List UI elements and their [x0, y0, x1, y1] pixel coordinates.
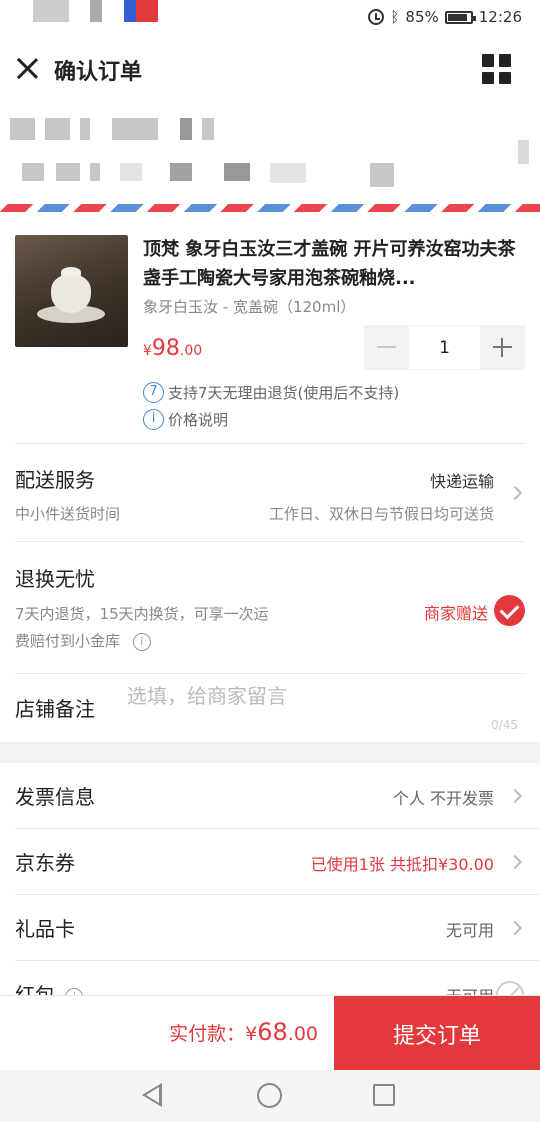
- gift-card-row[interactable]: 礼品卡 无可用: [0, 895, 540, 961]
- total-amount: 实付款：¥68.00: [169, 1018, 318, 1046]
- recent-apps-icon[interactable]: [373, 1084, 395, 1106]
- divider: [15, 673, 525, 674]
- address-redacted: [112, 118, 158, 140]
- order-card: 顶梵 象牙白玉汝三才盖碗 开片可养汝窑功夫茶盏手工陶瓷大号家用泡茶碗釉烧... …: [0, 212, 540, 742]
- red-packet-label: 红包 i: [15, 979, 84, 995]
- status-time: 12:26: [478, 8, 522, 26]
- address-redacted: [224, 163, 250, 181]
- returns-title: 退换无忧: [15, 567, 95, 591]
- notification-icon-blurred: [33, 0, 69, 22]
- price-note-text: 价格说明: [168, 411, 229, 429]
- address-redacted: [170, 163, 192, 181]
- checkout-bar: 实付款：¥68.00 提交订单: [0, 995, 540, 1071]
- info-icon[interactable]: i: [132, 632, 151, 651]
- delivery-method: 快递运输: [429, 472, 494, 491]
- chevron-right-icon: [507, 788, 523, 804]
- address-redacted: [120, 163, 142, 181]
- product-spec: 象牙白玉汝 - 宽盖碗（120ml）: [143, 298, 356, 316]
- note-label: 店铺备注: [15, 697, 95, 721]
- disabled-icon: [496, 981, 524, 995]
- notification-icon-blurred: [136, 0, 158, 22]
- product-title[interactable]: 顶梵 象牙白玉汝三才盖碗 开片可养汝窑功夫茶盏手工陶瓷大号家用泡茶碗釉烧...: [143, 235, 523, 293]
- delivery-schedule: 工作日、双休日与节假日均可送货: [268, 505, 494, 523]
- red-packet-value: 无可用: [446, 983, 494, 995]
- price-decimal: .00: [179, 343, 203, 359]
- divider: [15, 541, 525, 542]
- system-nav-bar: [0, 1070, 540, 1122]
- total-currency: ¥: [245, 1023, 258, 1045]
- seven-day-icon: 7: [143, 382, 164, 403]
- quantity-value[interactable]: 1: [409, 325, 480, 370]
- product-price: ¥98.00: [143, 336, 202, 361]
- gift-card-label: 礼品卡: [15, 917, 75, 941]
- status-bar: ᛒ 85% 12:26: [0, 0, 540, 38]
- returns-desc-line2-text: 费赔付到小金库: [15, 632, 121, 650]
- note-counter: 0/45: [491, 718, 518, 732]
- address-redacted: [90, 163, 100, 181]
- home-icon[interactable]: [257, 1083, 282, 1108]
- invoice-label: 发票信息: [15, 785, 95, 809]
- address-redacted: [370, 163, 394, 187]
- address-redacted: [22, 163, 44, 181]
- address-redacted: [80, 118, 90, 140]
- coupon-value: 已使用1张 共抵扣¥30.00: [310, 855, 494, 874]
- total-integer: 68: [257, 1018, 288, 1046]
- address-redacted: [518, 140, 529, 164]
- notification-icon-blurred: [124, 0, 136, 22]
- gift-label: 商家赠送: [423, 604, 488, 623]
- app-header: 确认订单: [0, 38, 540, 100]
- close-icon[interactable]: [15, 56, 39, 80]
- coupon-label: 京东券: [15, 851, 75, 875]
- grid-menu-icon[interactable]: [482, 54, 512, 84]
- red-packet-label-text: 红包: [15, 983, 55, 995]
- invoice-value: 个人 不开发票: [392, 789, 494, 808]
- address-redacted: [270, 163, 306, 183]
- red-packet-row[interactable]: 红包 i 无可用: [0, 961, 540, 995]
- address-redacted: [180, 118, 192, 140]
- decrease-quantity-button[interactable]: [364, 325, 409, 370]
- gift-card-value: 无可用: [445, 921, 494, 940]
- product-image[interactable]: [15, 235, 128, 347]
- notification-icon-blurred: [90, 0, 102, 22]
- returns-desc-line1: 7天内退货，15天内换货，可享一次运: [15, 605, 269, 623]
- page-title: 确认订单: [54, 60, 143, 85]
- total-decimal: .00: [287, 1023, 318, 1045]
- address-redacted: [56, 163, 80, 181]
- info-icon: i: [143, 409, 164, 430]
- quantity-stepper: 1: [364, 325, 525, 370]
- return-policy-text: 支持7天无理由退货(使用后不支持): [168, 384, 400, 402]
- chevron-right-icon: [507, 854, 523, 870]
- coupon-row[interactable]: 京东券 已使用1张 共抵扣¥30.00: [0, 829, 540, 895]
- bluetooth-icon: ᛒ: [390, 8, 400, 26]
- divider: [15, 443, 525, 444]
- payment-options-list: 发票信息 个人 不开发票 京东券 已使用1张 共抵扣¥30.00 礼品卡 无可用…: [0, 763, 540, 995]
- price-currency: ¥: [143, 343, 152, 359]
- address-redacted: [10, 118, 35, 140]
- invoice-row[interactable]: 发票信息 个人 不开发票: [0, 763, 540, 829]
- address-redacted: [45, 118, 70, 140]
- return-policy: 7 支持7天无理由退货(使用后不支持): [143, 382, 399, 403]
- returns-desc-line2: 费赔付到小金库 i: [15, 630, 151, 651]
- checked-icon[interactable]: [494, 595, 525, 626]
- increase-quantity-button[interactable]: [480, 325, 525, 370]
- delivery-subtitle: 中小件送货时间: [15, 505, 121, 523]
- battery-icon: [444, 10, 476, 24]
- submit-order-button[interactable]: 提交订单: [334, 996, 540, 1071]
- total-label: 实付款：: [169, 1023, 246, 1045]
- price-note[interactable]: i 价格说明: [143, 409, 228, 430]
- address-card[interactable]: [0, 100, 540, 212]
- delivery-title: 配送服务: [15, 468, 95, 492]
- airmail-border: [0, 204, 540, 212]
- address-redacted: [202, 118, 214, 140]
- chevron-right-icon: [507, 920, 523, 936]
- back-icon[interactable]: [142, 1083, 162, 1107]
- price-integer: 98: [151, 336, 180, 361]
- chevron-right-icon: [507, 485, 523, 501]
- battery-percent: 85%: [405, 8, 439, 26]
- alarm-icon: [368, 9, 385, 25]
- store-note-input[interactable]: [127, 680, 517, 712]
- info-icon[interactable]: i: [65, 987, 84, 995]
